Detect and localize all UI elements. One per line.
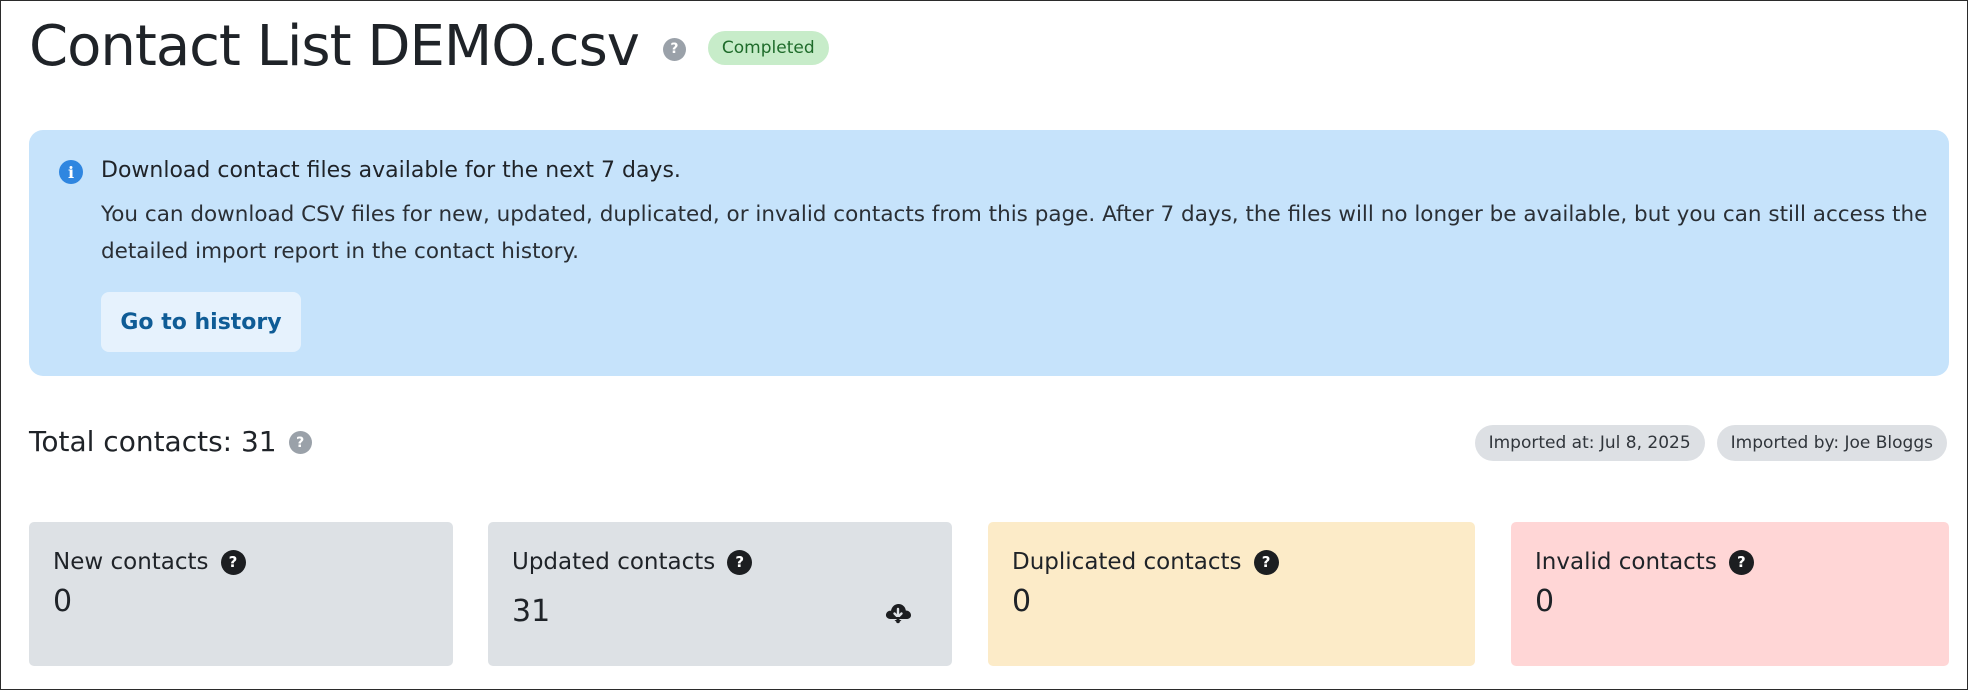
updated-contacts-title: Updated contacts ? xyxy=(512,549,753,575)
invalid-contacts-value: 0 xyxy=(1535,584,1555,619)
card-label: Duplicated contacts xyxy=(1012,549,1242,575)
updated-contacts-card: Updated contacts ? 31 xyxy=(488,522,952,666)
updated-contacts-value: 31 xyxy=(512,594,551,629)
total-contacts-row: Total contacts: 31 ? xyxy=(29,425,312,458)
page-header: Contact List DEMO.csv ? Completed xyxy=(29,11,829,81)
card-label: Updated contacts xyxy=(512,549,716,575)
duplicated-contacts-help-icon[interactable]: ? xyxy=(1253,549,1279,575)
page-frame: Contact List DEMO.csv ? Completed i Down… xyxy=(0,0,1968,690)
invalid-contacts-help-icon[interactable]: ? xyxy=(1728,549,1754,575)
card-label: Invalid contacts xyxy=(1535,549,1717,575)
banner-title: Download contact files available for the… xyxy=(101,158,681,183)
page-title: Contact List DEMO.csv xyxy=(29,13,640,79)
new-contacts-value: 0 xyxy=(53,584,73,619)
duplicated-contacts-title: Duplicated contacts ? xyxy=(1012,549,1279,575)
imported-by-badge: Imported by: Joe Bloggs xyxy=(1716,425,1947,461)
status-badge: Completed xyxy=(707,31,829,65)
title-help-icon[interactable]: ? xyxy=(662,37,686,61)
imported-at-badge: Imported at: Jul 8, 2025 xyxy=(1474,425,1705,461)
invalid-contacts-card: Invalid contacts ? 0 xyxy=(1511,522,1949,666)
invalid-contacts-title: Invalid contacts ? xyxy=(1535,549,1754,575)
updated-contacts-help-icon[interactable]: ? xyxy=(727,549,753,575)
total-help-icon[interactable]: ? xyxy=(288,431,312,454)
cloud-download-icon[interactable] xyxy=(884,600,912,624)
banner-body: You can download CSV files for new, upda… xyxy=(101,202,1928,264)
duplicated-contacts-card: Duplicated contacts ? 0 xyxy=(988,522,1475,666)
card-label: New contacts xyxy=(53,549,209,575)
new-contacts-title: New contacts ? xyxy=(53,549,246,575)
info-icon: i xyxy=(59,160,83,184)
total-contacts-label: Total contacts: 31 xyxy=(29,425,277,458)
import-meta: Imported at: Jul 8, 2025 Imported by: Jo… xyxy=(1474,425,1947,461)
duplicated-contacts-value: 0 xyxy=(1012,584,1032,619)
info-banner: i Download contact files available for t… xyxy=(29,130,1949,376)
new-contacts-help-icon[interactable]: ? xyxy=(220,549,246,575)
go-to-history-button[interactable]: Go to history xyxy=(101,292,301,352)
new-contacts-card: New contacts ? 0 xyxy=(29,522,453,666)
